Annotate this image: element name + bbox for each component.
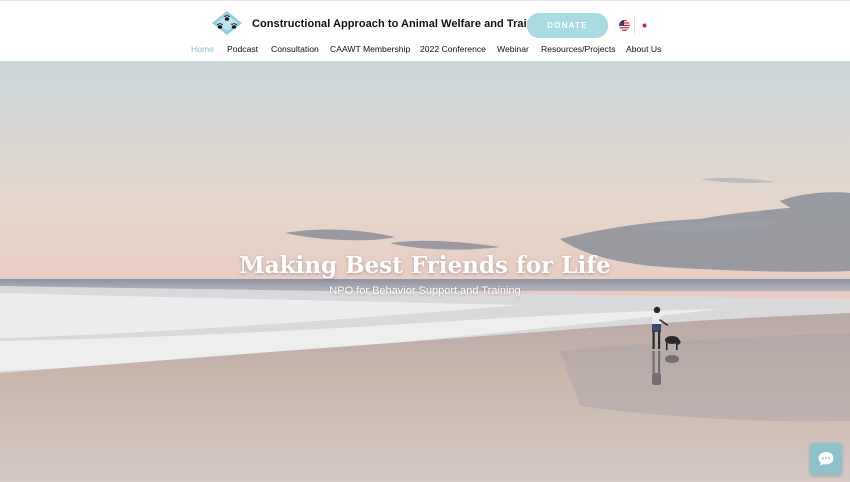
donate-button[interactable]: DONATE [527, 13, 608, 38]
nav-webinar[interactable]: Webinar [497, 44, 529, 54]
paw-diamond-logo-icon[interactable] [211, 10, 243, 36]
nav-podcast[interactable]: Podcast [227, 44, 258, 54]
main-nav: Home Podcast Consultation CAAWT Membersh… [0, 44, 850, 58]
nav-home[interactable]: Home [191, 44, 214, 54]
nav-consultation[interactable]: Consultation [271, 44, 319, 54]
hero-title: Making Best Friends for Life [239, 252, 611, 279]
site-title[interactable]: Constructional Approach to Animal Welfar… [252, 18, 550, 30]
nav-2022-conference[interactable]: 2022 Conference [420, 44, 486, 54]
hero-subtitle: NPO for Behavior Support and Training [329, 285, 521, 297]
chat-widget-button[interactable] [810, 443, 842, 475]
nav-about-us[interactable]: About Us [626, 44, 661, 54]
language-english[interactable] [617, 17, 632, 33]
language-japanese[interactable] [637, 17, 652, 33]
us-flag-icon [619, 19, 630, 31]
nav-resources-projects[interactable]: Resources/Projects [541, 44, 616, 54]
chat-bubble-icon [818, 452, 834, 466]
japan-flag-icon [639, 19, 650, 31]
nav-caawt-membership[interactable]: CAAWT Membership [330, 44, 410, 54]
site-header: Constructional Approach to Animal Welfar… [0, 0, 850, 61]
language-divider [634, 16, 635, 34]
hero-banner: Making Best Friends for Life NPO for Beh… [0, 61, 850, 482]
